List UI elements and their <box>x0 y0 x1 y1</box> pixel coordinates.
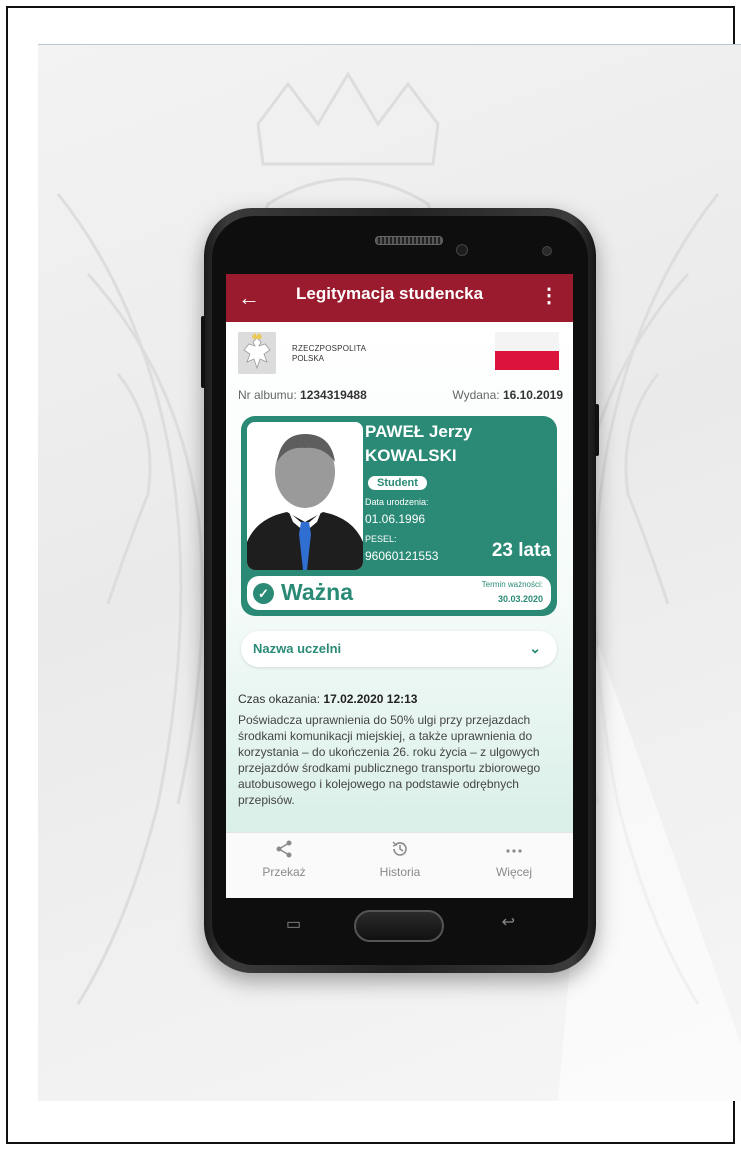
chevron-down-icon[interactable]: ⌄ <box>529 640 541 657</box>
outer-frame: ← Legitymacja studencka ⋮ RZECZPOSPOLITA… <box>6 6 741 1144</box>
polish-flag-icon <box>495 332 559 370</box>
last-name: KOWALSKI <box>365 446 457 465</box>
earpiece-speaker <box>375 236 443 245</box>
overflow-menu-icon[interactable]: ⋮ <box>539 284 559 308</box>
pesel-value: 96060121553 <box>365 549 439 563</box>
app-bar: ← Legitymacja studencka ⋮ <box>226 274 573 322</box>
history-icon <box>350 839 450 861</box>
album-number: Nr albumu: 1234319488 <box>238 388 367 402</box>
first-names: PAWEŁ Jerzy <box>365 422 473 441</box>
validity-label: Termin ważności: <box>481 580 543 589</box>
presentation-time: Czas okazania: 17.02.2020 12:13 <box>238 692 418 706</box>
front-sensor <box>456 244 468 256</box>
home-button[interactable] <box>354 910 444 942</box>
screen-title: Legitymacja studencka <box>296 284 484 303</box>
entitlement-description: Poświadcza uprawnienia do 50% ulgi przy … <box>238 713 541 807</box>
nav-label: Więcej <box>495 865 532 879</box>
university-label: Nazwa uczelni <box>253 641 342 656</box>
nav-label: Przekaż <box>262 865 306 879</box>
issue-date: Wydana: 16.10.2019 <box>452 388 563 402</box>
front-camera <box>542 246 552 256</box>
birth-date-value: 01.06.1996 <box>365 512 426 526</box>
nav-item-share[interactable]: Przekaż <box>234 839 334 879</box>
nav-item-more[interactable]: Więcej <box>464 839 564 879</box>
validity-date: 30.03.2020 <box>497 594 543 604</box>
id-content: RZECZPOSPOLITA POLSKA Nr albumu: 1234319… <box>226 322 573 832</box>
app-screen: ← Legitymacja studencka ⋮ RZECZPOSPOLITA… <box>226 274 573 898</box>
power-button <box>595 404 599 456</box>
nav-label: Historia <box>379 865 421 879</box>
id-header: RZECZPOSPOLITA POLSKA <box>238 330 563 376</box>
country-name-line2: POLSKA <box>292 354 325 363</box>
nav-item-history[interactable]: Historia <box>350 839 450 879</box>
phone-back-icon[interactable]: ↩ <box>502 912 515 932</box>
smartphone-mockup: ← Legitymacja studencka ⋮ RZECZPOSPOLITA… <box>201 208 599 973</box>
validity-status: Ważna <box>281 579 353 605</box>
validity-banner: ✓ Ważna Termin ważności: 30.03.2020 <box>247 576 551 610</box>
more-horizontal-icon <box>464 839 564 861</box>
pesel-label: PESEL: <box>365 534 397 544</box>
recent-apps-icon[interactable]: ▭ <box>286 914 301 934</box>
role-badge: Student <box>368 476 427 490</box>
birth-date-label: Data urodzenia: <box>365 497 429 507</box>
avatar-silhouette-icon <box>247 422 363 570</box>
country-name-line1: RZECZPOSPOLITA <box>292 344 367 353</box>
phone-hardware-keys: ▭ ↩ <box>226 898 573 950</box>
polish-eagle-emblem-icon <box>238 332 276 374</box>
age-value: 23 lata <box>491 540 551 561</box>
volume-button <box>201 316 205 388</box>
share-icon <box>234 839 334 861</box>
university-expander[interactable]: Nazwa uczelni ⌄ <box>241 631 557 667</box>
check-circle-icon: ✓ <box>253 583 274 604</box>
student-id-card: PAWEŁ Jerzy KOWALSKI Student Data urodze… <box>241 416 557 616</box>
student-photo <box>247 422 363 570</box>
back-arrow-icon[interactable]: ← <box>238 284 260 312</box>
bottom-navigation: Przekaż Historia Więcej <box>226 832 573 898</box>
